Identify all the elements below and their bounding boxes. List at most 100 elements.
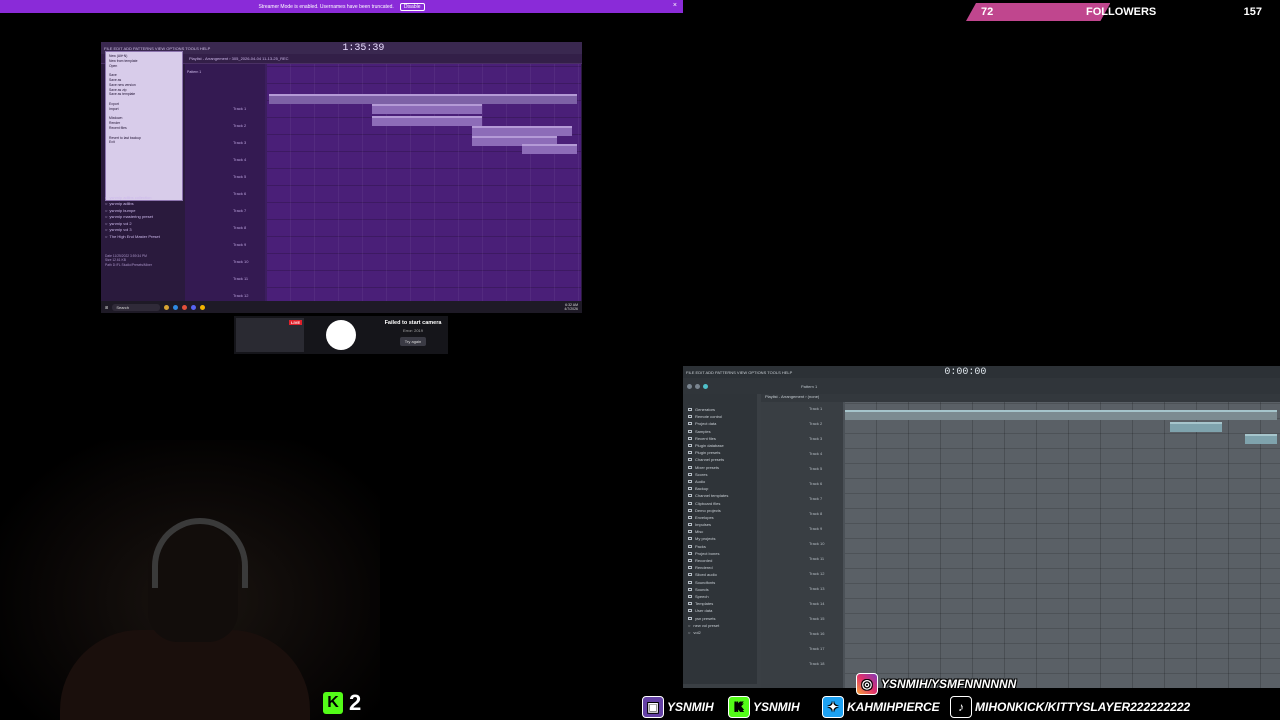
browser-folder[interactable]: Project bones: [683, 550, 757, 557]
track-label[interactable]: Track 9: [233, 242, 246, 247]
track-label[interactable]: Track 11: [809, 556, 824, 561]
audio-clip[interactable]: [372, 104, 482, 114]
playlist-grid[interactable]: [845, 402, 1280, 688]
close-icon[interactable]: ×: [673, 2, 677, 9]
tool-icon[interactable]: [703, 383, 708, 389]
browser-folder[interactable]: Samples: [683, 428, 757, 435]
browser-folder[interactable]: Impulses: [683, 521, 757, 528]
browser-folder[interactable]: ysn presets: [683, 614, 757, 621]
menu-item[interactable]: Exit: [109, 140, 179, 145]
track-label[interactable]: Track 3: [809, 436, 822, 441]
track-label[interactable]: Track 14: [809, 601, 824, 606]
track-label[interactable]: Track 3: [233, 140, 246, 145]
track-label[interactable]: Track 12: [233, 293, 248, 298]
browser-folder[interactable]: Audio: [683, 478, 757, 485]
track-label[interactable]: Track 7: [809, 496, 822, 501]
tool-icon[interactable]: [695, 383, 700, 389]
social-handles-bar: ◎ YSNMIH/YSMFNNNNNN ▣ YSNMIH K YSNMIH ✦ …: [640, 672, 1280, 720]
windows-start-icon[interactable]: ⊞: [105, 305, 108, 310]
browser-folder[interactable]: Channel presets: [683, 456, 757, 463]
track-label[interactable]: Track 1: [809, 406, 822, 411]
viewer-count: 2: [349, 690, 362, 715]
folder-icon[interactable]: [164, 304, 170, 310]
browser-folder[interactable]: Channel templates: [683, 492, 757, 499]
track-label[interactable]: Track 11: [233, 276, 248, 281]
browser-file[interactable]: ○ new vol preset: [683, 622, 757, 629]
playlist-title: Playlist - Arrangement › (none): [761, 394, 1280, 402]
track-label[interactable]: Track 4: [809, 451, 822, 456]
browser-folder[interactable]: Envelopes: [683, 514, 757, 521]
browser-folder[interactable]: Recorded: [683, 557, 757, 564]
app-icon[interactable]: [182, 304, 188, 310]
browser-folder[interactable]: Sounds: [683, 586, 757, 593]
audio-clip[interactable]: [472, 126, 572, 136]
stream-preview[interactable]: LIVE: [236, 318, 304, 352]
track-label[interactable]: Track 15: [809, 616, 824, 621]
browser-folder[interactable]: Remote control: [683, 413, 757, 420]
menu-items[interactable]: FILE EDIT ADD PATTERNS VIEW OPTIONS TOOL…: [104, 46, 210, 51]
track-label[interactable]: Track 8: [809, 511, 822, 516]
browser-folder[interactable]: User data: [683, 607, 757, 614]
track-label[interactable]: Track 2: [233, 123, 246, 128]
browser-folder[interactable]: Speech: [683, 593, 757, 600]
tool-icon[interactable]: [687, 383, 692, 389]
audio-clip[interactable]: [372, 116, 482, 126]
browser-folder[interactable]: Scores: [683, 471, 757, 478]
track-label[interactable]: Track 8: [233, 225, 246, 230]
browser-folder[interactable]: Packs: [683, 543, 757, 550]
disable-button[interactable]: Disable: [399, 2, 425, 11]
browser-item[interactable]: ○ The High End Master Preset: [105, 233, 183, 240]
audio-clip[interactable]: [1245, 434, 1277, 444]
browser-folder[interactable]: Project data: [683, 420, 757, 427]
track-label[interactable]: Track 2: [809, 421, 822, 426]
browser-folder[interactable]: Rendered: [683, 564, 757, 571]
browser-folder[interactable]: Plugin presets: [683, 449, 757, 456]
kick-icon: K: [323, 692, 343, 714]
browser-folder[interactable]: Generators: [683, 406, 757, 413]
track-label[interactable]: Track 4: [233, 157, 246, 162]
browser-folder[interactable]: My projects: [683, 535, 757, 542]
taskbar-search[interactable]: Search: [112, 303, 161, 311]
track-label[interactable]: Track 9: [809, 526, 822, 531]
track-label[interactable]: Track 17: [809, 646, 824, 651]
twitch-handle: ▣ YSNMIH: [642, 696, 714, 718]
audio-clip[interactable]: [522, 144, 577, 154]
browser-folder[interactable]: Soundfonts: [683, 579, 757, 586]
track-label[interactable]: Track 7: [233, 208, 246, 213]
track-label[interactable]: Track 18: [809, 661, 824, 666]
browser-folder[interactable]: Demo projects: [683, 507, 757, 514]
browser-folder[interactable]: Misc: [683, 528, 757, 535]
fl-studio-window-second: FILE EDIT ADD PATTERNS VIEW OPTIONS TOOL…: [683, 366, 1280, 688]
track-label[interactable]: Track 5: [809, 466, 822, 471]
browser-folder[interactable]: Templates: [683, 600, 757, 607]
pattern-selector[interactable]: Pattern 1: [801, 384, 817, 389]
avatar[interactable]: [326, 320, 356, 350]
edge-icon[interactable]: [173, 304, 179, 310]
playlist-grid[interactable]: [267, 64, 581, 304]
track-label[interactable]: Track 6: [809, 481, 822, 486]
menu-items[interactable]: FILE EDIT ADD PATTERNS VIEW OPTIONS TOOL…: [686, 370, 792, 375]
track-label[interactable]: Track 13: [809, 586, 824, 591]
discord-icon[interactable]: [191, 304, 197, 310]
track-label[interactable]: Track 6: [233, 191, 246, 196]
audio-clip[interactable]: [1170, 422, 1222, 432]
browser-folder[interactable]: Recent files: [683, 435, 757, 442]
browser-folder[interactable]: Mixer presets: [683, 464, 757, 471]
browser-folder[interactable]: Backup: [683, 485, 757, 492]
browser-folder[interactable]: Sliced audio: [683, 571, 757, 578]
track-label[interactable]: Track 1: [233, 106, 246, 111]
audio-clip[interactable]: [269, 94, 577, 104]
fl-studio-icon[interactable]: [200, 304, 206, 310]
audio-clip[interactable]: [845, 410, 1277, 420]
browser-folder[interactable]: Plugin database: [683, 442, 757, 449]
preset-icon: ○: [105, 233, 108, 239]
browser-folder[interactable]: Clipboard files: [683, 499, 757, 506]
folder-icon: [688, 494, 692, 498]
browser-file[interactable]: ○ vol2: [683, 629, 757, 636]
track-label[interactable]: Track 10: [233, 259, 248, 264]
track-label[interactable]: Track 12: [809, 571, 824, 576]
try-again-button[interactable]: Try again: [399, 337, 427, 346]
track-label[interactable]: Track 5: [233, 174, 246, 179]
track-label[interactable]: Track 16: [809, 631, 824, 636]
track-label[interactable]: Track 10: [809, 541, 824, 546]
